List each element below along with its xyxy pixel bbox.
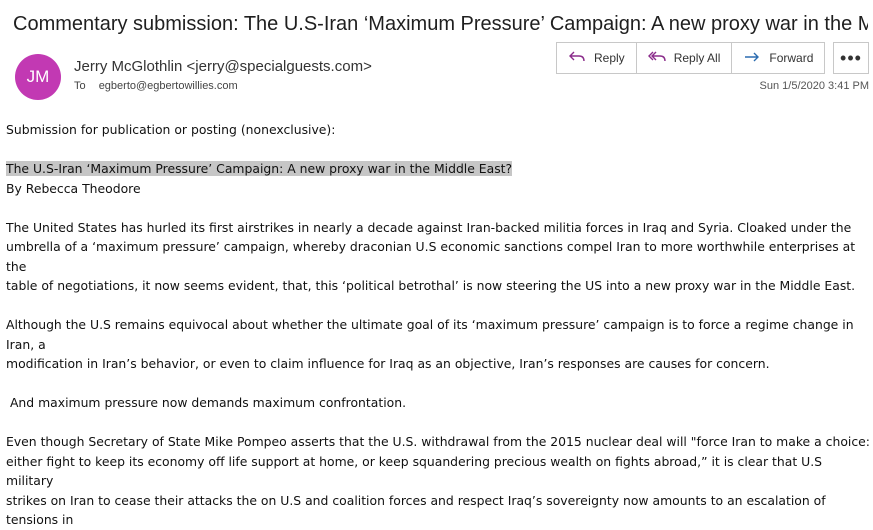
paragraph-line: either fight to keep its economy off lif… [6,453,823,489]
message-actions: Reply Reply All Forward [556,42,826,74]
forward-icon [743,50,761,67]
reply-label: Reply [594,51,625,65]
reply-all-label: Reply All [673,51,721,65]
paragraph-line: Although the U.S remains equivocal about… [6,317,854,352]
to-label: To [74,80,86,92]
email-subject: Commentary submission: The U.S-Iran ‘Max… [13,13,868,35]
message-body: Submission for publication or posting (n… [6,120,870,530]
recipient-row: To egberto@egbertowillies.com [74,80,238,92]
more-actions-button[interactable]: ••• [833,42,869,74]
recipient-address[interactable]: egberto@egbertowillies.com [99,80,238,92]
reply-button[interactable]: Reply [557,43,636,73]
reply-icon [568,50,586,67]
forward-button[interactable]: Forward [731,43,824,73]
paragraph-line: modification in Iran’s behavior, or even… [6,356,770,371]
reply-all-button[interactable]: Reply All [635,43,732,73]
highlighted-title: The U.S-Iran ‘Maximum Pressure’ Campaign… [6,161,513,176]
paragraph-line: umbrella of a ‘maximum pressure’ campaig… [6,239,856,274]
sender-name[interactable]: Jerry McGlothlin <jerry@specialguests.co… [74,58,372,75]
avatar: JM [15,54,61,100]
article-title: The U.S-Iran ‘Maximum Pressure’ Campaign… [6,159,870,179]
intro-line: Submission for publication or posting (n… [6,122,336,137]
paragraph-line: The United States has hurled its first a… [6,219,852,235]
forward-label: Forward [769,51,814,65]
message-datetime: Sun 1/5/2020 3:41 PM [759,80,869,92]
byline: By Rebecca Theodore [6,180,141,196]
paragraph-line: strikes on Iran to cease their attacks t… [6,492,826,528]
paragraph-line: table of negotiations, it now seems evid… [6,278,856,293]
paragraph-line: And maximum pressure now demands maximum… [6,395,407,410]
reply-all-icon [647,50,666,67]
